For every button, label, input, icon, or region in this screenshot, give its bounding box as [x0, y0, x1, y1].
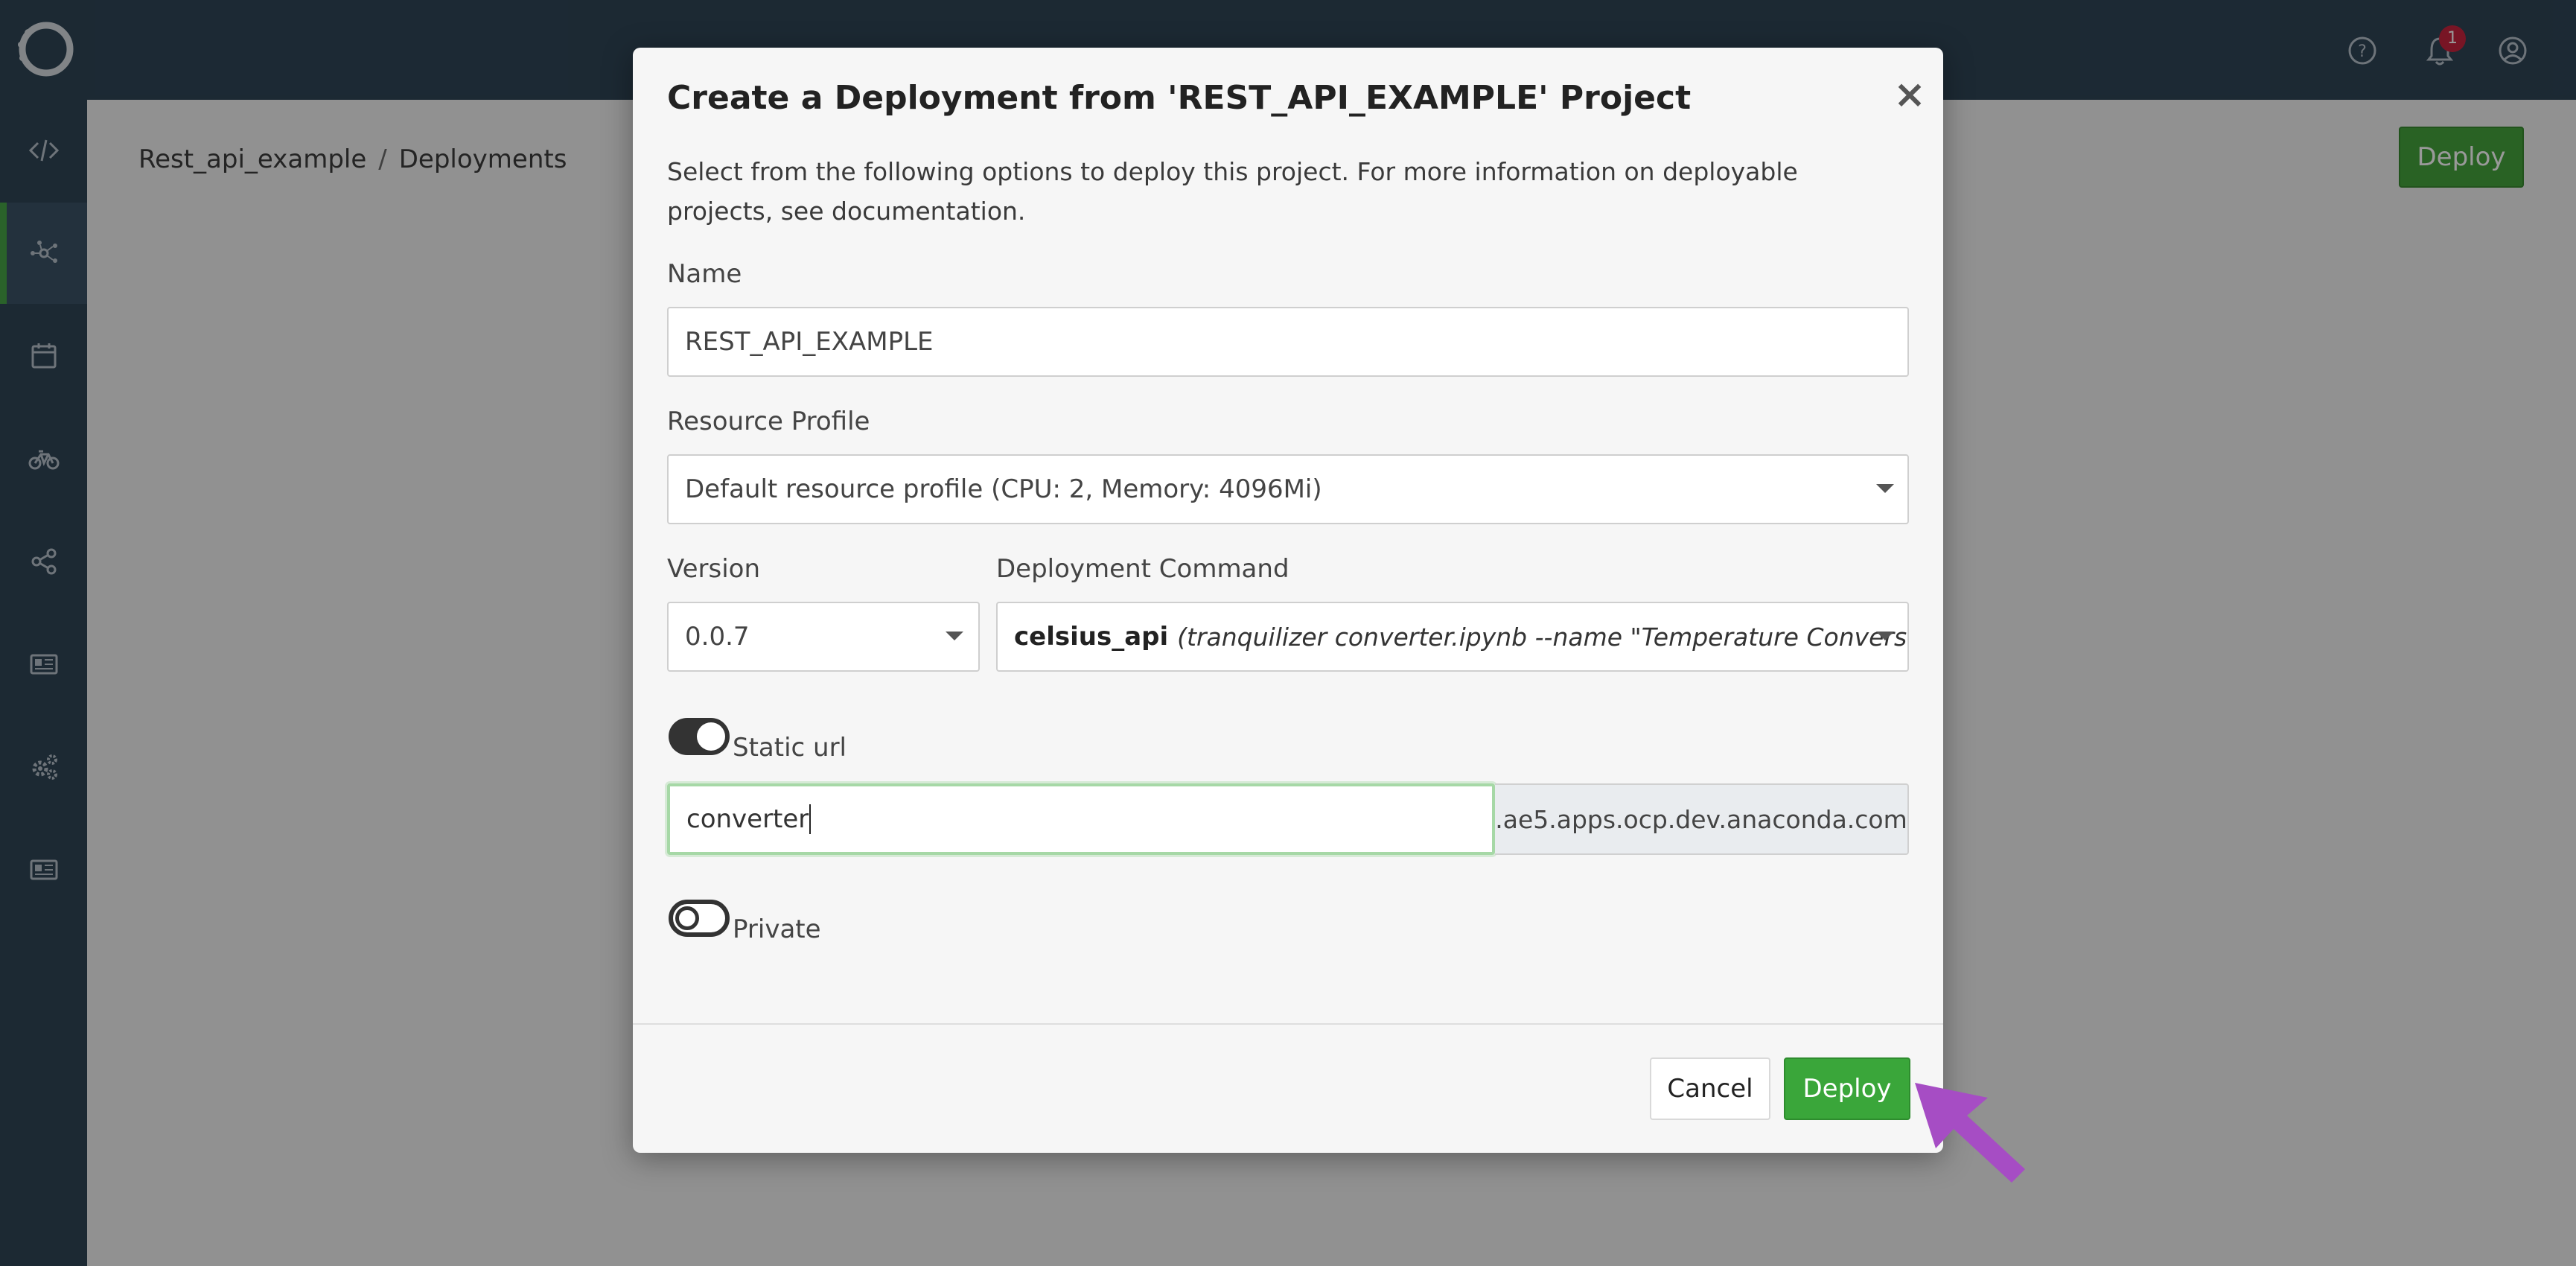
command-detail: (tranquilizer converter.ipynb --name "Te…: [1177, 622, 1909, 652]
text-cursor: [809, 804, 812, 834]
resource-profile-label: Resource Profile: [667, 407, 870, 436]
chevron-down-icon: [946, 632, 963, 640]
version-label: Version: [667, 554, 761, 584]
static-url-suffix: .ae5.apps.ocp.dev.anaconda.com: [1495, 783, 1909, 855]
resource-profile-select[interactable]: Default resource profile (CPU: 2, Memory…: [667, 454, 1909, 524]
static-url-toggle[interactable]: [669, 718, 730, 755]
create-deployment-modal: Create a Deployment from 'REST_API_EXAMP…: [633, 48, 1943, 1153]
toggle-knob: [697, 722, 725, 751]
modal-footer-divider: [633, 1023, 1943, 1025]
name-input-value: REST_API_EXAMPLE: [685, 327, 934, 357]
resource-profile-value: Default resource profile (CPU: 2, Memory…: [685, 474, 1322, 504]
annotation-arrow-icon: [1915, 1083, 2025, 1183]
command-name: celsius_api: [1014, 622, 1169, 652]
version-select[interactable]: 0.0.7: [667, 602, 980, 672]
name-input[interactable]: REST_API_EXAMPLE: [667, 307, 1909, 377]
modal-title: Create a Deployment from 'REST_API_EXAMP…: [667, 79, 1692, 117]
private-label: Private: [733, 914, 821, 944]
close-icon[interactable]: ×: [1891, 75, 1928, 114]
deploy-button[interactable]: Deploy: [1784, 1057, 1910, 1120]
deployment-command-label: Deployment Command: [996, 554, 1289, 584]
static-url-label: Static url: [733, 733, 847, 763]
static-url-value: converter: [686, 804, 809, 834]
modal-description: Select from the following options to dep…: [667, 157, 1798, 226]
cancel-button[interactable]: Cancel: [1650, 1057, 1770, 1120]
chevron-down-icon: [1876, 484, 1894, 493]
deployment-command-select[interactable]: celsius_api (tranquilizer converter.ipyn…: [996, 602, 1909, 672]
private-toggle[interactable]: [669, 900, 730, 937]
chevron-down-icon: [1876, 632, 1894, 640]
toggle-knob: [675, 906, 699, 930]
static-url-input[interactable]: converter: [667, 783, 1495, 855]
version-value: 0.0.7: [685, 622, 750, 652]
name-label: Name: [667, 259, 742, 289]
